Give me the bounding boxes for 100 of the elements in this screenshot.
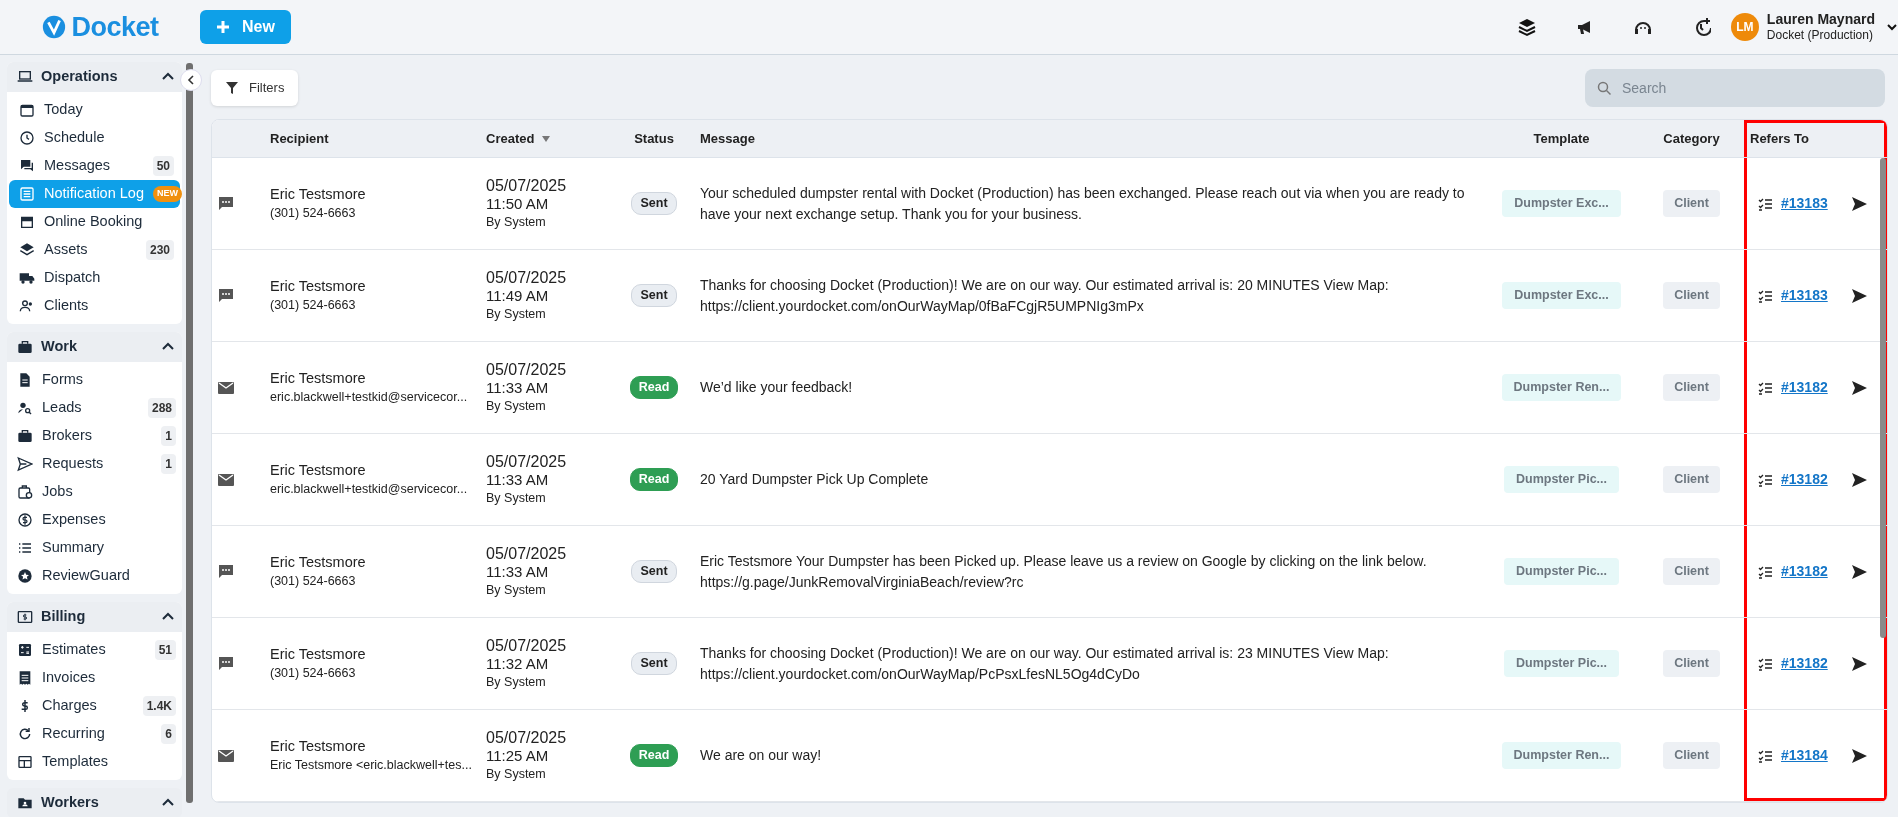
send-icon[interactable]	[1852, 656, 1867, 671]
recipient-contact: eric.blackwell+testkid@servicecor...	[270, 388, 469, 406]
message-text: Thanks for choosing Docket (Production)! We are on our way. Our estimated arrival is: 23 MINUTES View Map: https://client.yourdocket.com/onOurWayMap/PcPsxLfesNL5Og4dCyDo	[700, 644, 1390, 684]
job-link[interactable]: #13184	[1781, 745, 1828, 766]
column-header[interactable]: Template	[1484, 120, 1639, 157]
sidebar-item[interactable]: Schedule	[9, 124, 180, 152]
recipient-name: Eric Testsmore	[270, 736, 367, 756]
sidebar-item[interactable]: Charges 1.4K	[7, 692, 182, 720]
list-icon	[17, 540, 33, 556]
user-name: Lauren Maynard	[1766, 12, 1875, 28]
category-tag: Client	[1663, 374, 1720, 401]
job-link[interactable]: #13182	[1781, 377, 1828, 398]
column-header[interactable]: Status	[614, 120, 694, 157]
search-icon	[1597, 81, 1612, 96]
filter-icon	[225, 81, 239, 95]
folder-icon	[17, 795, 33, 811]
sidebar-item[interactable]: Forms	[7, 366, 182, 394]
send-icon[interactable]	[1852, 380, 1867, 395]
send-icon[interactable]	[1852, 288, 1867, 303]
person-search-icon	[17, 400, 33, 416]
message-text: 20 Yard Dumpster Pick Up Complete	[700, 470, 930, 490]
job-link[interactable]: #13183	[1781, 285, 1828, 306]
created-date: 05/07/2025	[486, 635, 568, 655]
category-tag: Client	[1663, 190, 1720, 217]
sidebar-item[interactable]: Assets 230	[9, 236, 180, 264]
filters-button[interactable]: Filters	[211, 70, 299, 106]
search-field[interactable]: Search	[1585, 69, 1885, 107]
created-date: 05/07/2025	[486, 727, 568, 747]
count-badge: 230	[145, 240, 174, 260]
section-header[interactable]: Work	[7, 332, 182, 362]
people-icon	[19, 298, 35, 314]
laptop-icon	[17, 69, 33, 85]
recipient-name: Eric Testsmore	[270, 184, 367, 204]
recipient-name: Eric Testsmore	[270, 644, 367, 664]
refresh-icon	[17, 726, 33, 742]
count-badge: 1	[161, 426, 176, 446]
count-badge: 288	[147, 398, 176, 418]
checklist-icon	[1758, 748, 1773, 763]
sidebar-item[interactable]: Today	[9, 96, 180, 124]
sidebar-item[interactable]: Requests 1	[7, 450, 182, 478]
scrollbar[interactable]	[186, 63, 193, 803]
sidebar-item[interactable]: Leads 288	[7, 394, 182, 422]
briefcase-icon	[17, 339, 33, 355]
count-badge: 51	[154, 640, 176, 660]
sidebar-item[interactable]: Invoices	[7, 664, 182, 692]
template-tag: Dumpster Exc...	[1502, 190, 1621, 217]
list-icon	[19, 186, 35, 202]
sidebar-item[interactable]: Clients	[9, 292, 180, 320]
section-header[interactable]: Workers	[7, 788, 182, 817]
column-header[interactable]: Created	[480, 120, 614, 157]
new-badge: NEW	[152, 186, 182, 202]
created-time: 11:32 AM	[486, 654, 550, 673]
checklist-icon	[1758, 564, 1773, 579]
chevron-down-icon[interactable]	[1887, 22, 1897, 32]
created-by: By System	[486, 305, 547, 323]
sidebar-item[interactable]: Jobs	[7, 478, 182, 506]
sidebar-item[interactable]: Online Booking	[9, 208, 180, 236]
count-badge: 1.4K	[142, 696, 176, 716]
created-date: 05/07/2025	[486, 175, 568, 195]
collapse-button[interactable]	[180, 69, 202, 91]
sidebar-item[interactable]: Summary	[7, 534, 182, 562]
sidebar-item[interactable]: Brokers 1	[7, 422, 182, 450]
column-header[interactable]: Message	[694, 120, 1484, 157]
created-by: By System	[486, 397, 547, 415]
send-icon[interactable]	[1852, 564, 1867, 579]
recipient-contact: Eric Testsmore <eric.blackwell+tes...	[270, 756, 473, 774]
created-time: 11:33 AM	[486, 562, 550, 581]
recipient-contact: (301) 524-6663	[270, 572, 357, 590]
send-icon[interactable]	[1852, 748, 1867, 763]
dollar-bill-icon	[17, 609, 33, 625]
sidebar-item[interactable]: Messages 50	[9, 152, 180, 180]
status-badge: Sent	[631, 284, 677, 307]
job-link[interactable]: #13182	[1781, 653, 1828, 674]
sidebar-item[interactable]: Dispatch	[9, 264, 180, 292]
sidebar-item[interactable]: ReviewGuard	[7, 562, 182, 590]
column-header[interactable]: Category	[1639, 120, 1744, 157]
sidebar-item[interactable]: Templates	[7, 748, 182, 776]
section-header[interactable]: Operations	[7, 62, 182, 92]
created-by: By System	[486, 765, 547, 783]
recipient-contact: (301) 524-6663	[270, 296, 357, 314]
job-link[interactable]: #13183	[1781, 193, 1828, 214]
layers-icon	[19, 242, 35, 258]
logo-icon	[41, 14, 68, 40]
job-link[interactable]: #13182	[1781, 469, 1828, 490]
sidebar-item[interactable]: Expenses	[7, 506, 182, 534]
count-badge: 6	[161, 724, 176, 744]
column-header[interactable]: Recipient	[264, 120, 480, 157]
sidebar-item[interactable]: Estimates 51	[7, 636, 182, 664]
created-by: By System	[486, 581, 547, 599]
plus-icon	[216, 20, 230, 34]
sidebar-item[interactable]: Recurring 6	[7, 720, 182, 748]
send-icon[interactable]	[1852, 196, 1867, 211]
section-header[interactable]: Billing	[7, 602, 182, 632]
column-header[interactable]: Refers To	[1744, 120, 1887, 157]
clock-icon	[19, 130, 35, 146]
status-badge: Read	[629, 744, 679, 767]
job-link[interactable]: #13182	[1781, 561, 1828, 582]
scrollbar[interactable]	[1880, 158, 1886, 638]
send-icon[interactable]	[1852, 472, 1867, 487]
layers-icon	[1516, 17, 1537, 37]
